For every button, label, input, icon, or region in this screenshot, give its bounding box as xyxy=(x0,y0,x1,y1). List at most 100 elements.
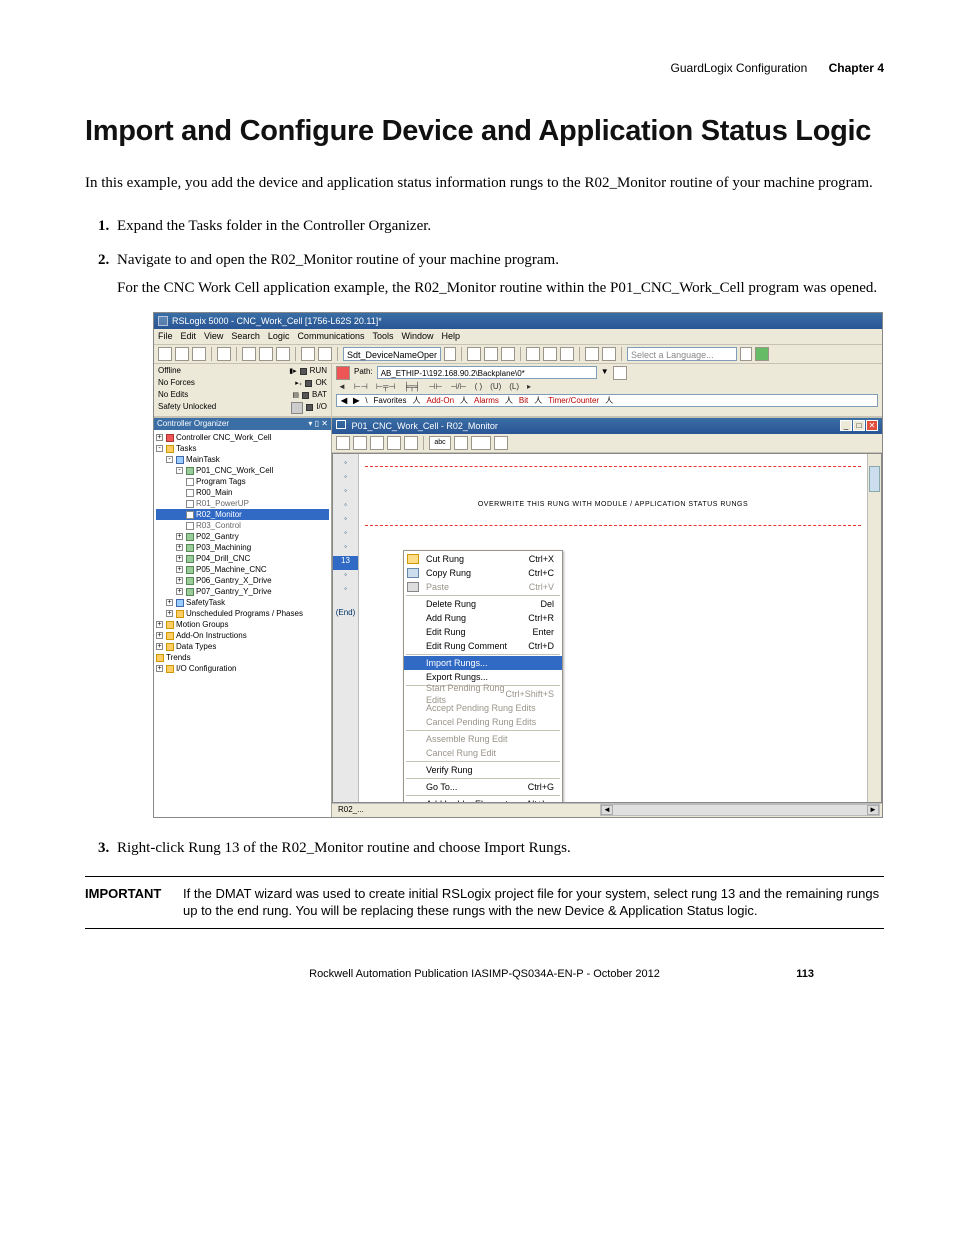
branch-icon[interactable]: ⊢╤⊣ xyxy=(374,382,398,393)
nav-fwd-icon[interactable]: ▸ xyxy=(525,382,533,393)
close-button[interactable]: ✕ xyxy=(866,420,878,431)
toolbar-open-icon[interactable] xyxy=(175,347,189,361)
toolbar-new-icon[interactable] xyxy=(158,347,172,361)
tree-p02[interactable]: +P02_Gantry xyxy=(156,531,329,542)
toolbar-verify-icon[interactable] xyxy=(526,347,540,361)
menu-help[interactable]: Help xyxy=(442,330,461,342)
ed-tool-2-icon[interactable] xyxy=(353,436,367,450)
toolbar-replace-icon[interactable] xyxy=(501,347,515,361)
minimize-button[interactable]: _ xyxy=(840,420,852,431)
toolbar-redo-icon[interactable] xyxy=(318,347,332,361)
toolbar-build-icon[interactable] xyxy=(560,347,574,361)
run-mode-icon[interactable]: ▮▸ xyxy=(289,367,296,376)
edits-icon[interactable]: ▤ xyxy=(292,391,299,400)
tree-r03[interactable]: R03_Control xyxy=(156,520,329,531)
toolbar-verify-all-icon[interactable] xyxy=(543,347,557,361)
toolbar-go-icon[interactable] xyxy=(755,347,769,361)
tree-r01[interactable]: R01_PowerUP xyxy=(156,498,329,509)
toolbar-copy-icon[interactable] xyxy=(259,347,273,361)
path-input[interactable]: AB_ETHIP-1\192.168.90.2\Backplane\0* xyxy=(377,366,597,379)
ed-tool-7-icon[interactable] xyxy=(494,436,508,450)
tree-p07[interactable]: +P07_Gantry_Y_Drive xyxy=(156,586,329,597)
otu-icon[interactable]: (U) xyxy=(488,382,503,393)
tab-alarms[interactable]: Alarms xyxy=(474,396,499,407)
ctx-copy[interactable]: Copy RungCtrl+C xyxy=(404,566,562,580)
ctx-cut[interactable]: Cut RungCtrl+X xyxy=(404,552,562,566)
ed-combo-icon[interactable] xyxy=(471,436,491,450)
toolbar-paste-icon[interactable] xyxy=(276,347,290,361)
rung-13[interactable]: 13 xyxy=(333,556,358,570)
ctx-delete[interactable]: Delete RungDel xyxy=(404,597,562,611)
menu-logic[interactable]: Logic xyxy=(268,330,290,342)
menu-window[interactable]: Window xyxy=(401,330,433,342)
tabstrip-right-icon[interactable]: ▶ xyxy=(353,396,359,407)
tree-p04[interactable]: +P04_Drill_CNC xyxy=(156,553,329,564)
menu-file[interactable]: File xyxy=(158,330,173,342)
tree-unsched[interactable]: +Unscheduled Programs / Phases xyxy=(156,608,329,619)
menu-search[interactable]: Search xyxy=(231,330,260,342)
tree-p01[interactable]: -P01_CNC_Work_Cell xyxy=(156,465,329,476)
safety-key-icon[interactable] xyxy=(291,402,303,414)
xio-icon[interactable]: ⊣/⊢ xyxy=(448,382,468,393)
toolbar-zoom-out-icon[interactable] xyxy=(602,347,616,361)
tree-p03[interactable]: +P03_Machining xyxy=(156,542,329,553)
ctx-goto[interactable]: Go To...Ctrl+G xyxy=(404,780,562,794)
combo-dropdown-icon[interactable] xyxy=(444,347,456,361)
quick-find-combo[interactable]: Sdt_DeviceNameOper xyxy=(343,347,441,361)
ed-tool-4-icon[interactable] xyxy=(387,436,401,450)
ctx-add[interactable]: Add RungCtrl+R xyxy=(404,611,562,625)
ed-tool-3-icon[interactable] xyxy=(370,436,384,450)
menu-tools[interactable]: Tools xyxy=(372,330,393,342)
language-combo[interactable]: Select a Language... xyxy=(627,347,737,361)
toolbar-find-icon[interactable] xyxy=(467,347,481,361)
ctx-add-ladder-element[interactable]: Add Ladder Element...Alt+Ins xyxy=(404,797,562,803)
xic-icon[interactable]: ⊣⊢ xyxy=(426,382,444,393)
tree-r02-selected[interactable]: R02_Monitor xyxy=(156,509,329,520)
tree-progtags[interactable]: Program Tags xyxy=(156,476,329,487)
tree-maintask[interactable]: -MainTask xyxy=(156,454,329,465)
toolbar-save-icon[interactable] xyxy=(192,347,206,361)
toolbar-undo-icon[interactable] xyxy=(301,347,315,361)
forces-icon[interactable]: ▸₊ xyxy=(295,379,302,388)
ed-tool-1-icon[interactable] xyxy=(336,436,350,450)
path-go-icon[interactable] xyxy=(613,366,627,380)
tree-dtypes[interactable]: +Data Types xyxy=(156,641,329,652)
toolbar-cut-icon[interactable] xyxy=(242,347,256,361)
tab-addon[interactable]: Add-On xyxy=(426,396,454,407)
tab-timer[interactable]: Timer/Counter xyxy=(548,396,599,407)
scroll-left-icon[interactable]: ◄ xyxy=(601,805,613,815)
ctx-verify[interactable]: Verify Rung xyxy=(404,763,562,777)
ladder-editor[interactable]: ◦◦◦ ◦◦◦ ◦ 13 ◦◦ (End) O xyxy=(332,453,882,803)
branch-level-icon[interactable]: ╞╤╡ xyxy=(401,382,422,393)
toolbar-print-icon[interactable] xyxy=(217,347,231,361)
project-tree[interactable]: +Controller CNC_Work_Cell -Tasks -MainTa… xyxy=(154,430,331,816)
rung-icon[interactable]: ⊢⊣ xyxy=(352,382,370,393)
tab-favorites[interactable]: Favorites xyxy=(374,396,407,407)
tree-addon[interactable]: +Add-On Instructions xyxy=(156,630,329,641)
ed-tool-6-icon[interactable] xyxy=(454,436,468,450)
menu-communications[interactable]: Communications xyxy=(297,330,364,342)
ctx-import-rungs[interactable]: Import Rungs... xyxy=(404,656,562,670)
tabstrip-left-icon[interactable]: ◀ xyxy=(341,396,347,407)
menu-edit[interactable]: Edit xyxy=(181,330,197,342)
ed-tool-5-icon[interactable] xyxy=(404,436,418,450)
tree-trends[interactable]: Trends xyxy=(156,652,329,663)
language-dropdown-icon[interactable] xyxy=(740,347,752,361)
tree-motion[interactable]: +Motion Groups xyxy=(156,619,329,630)
horizontal-scrollbar[interactable]: ◄ ► xyxy=(600,804,880,816)
toolbar-zoom-in-icon[interactable] xyxy=(585,347,599,361)
scroll-right-icon[interactable]: ► xyxy=(867,805,879,815)
ctx-edit-comment[interactable]: Edit Rung CommentCtrl+D xyxy=(404,639,562,653)
tree-p05[interactable]: +P05_Machine_CNC xyxy=(156,564,329,575)
bottom-tab[interactable]: R02_... xyxy=(334,805,598,816)
tree-tasks[interactable]: -Tasks xyxy=(156,443,329,454)
tab-bit[interactable]: Bit xyxy=(519,396,528,407)
tree-iocfg[interactable]: +I/O Configuration xyxy=(156,663,329,674)
ctx-edit[interactable]: Edit RungEnter xyxy=(404,625,562,639)
vertical-scrollbar[interactable] xyxy=(867,454,881,802)
maximize-button[interactable]: □ xyxy=(853,420,865,431)
ote-icon[interactable]: ( ) xyxy=(473,382,485,393)
otl-icon[interactable]: (L) xyxy=(507,382,521,393)
ed-abc-icon[interactable]: abc xyxy=(429,436,451,450)
pane-buttons[interactable]: ▾ ▯ ✕ xyxy=(308,419,328,430)
